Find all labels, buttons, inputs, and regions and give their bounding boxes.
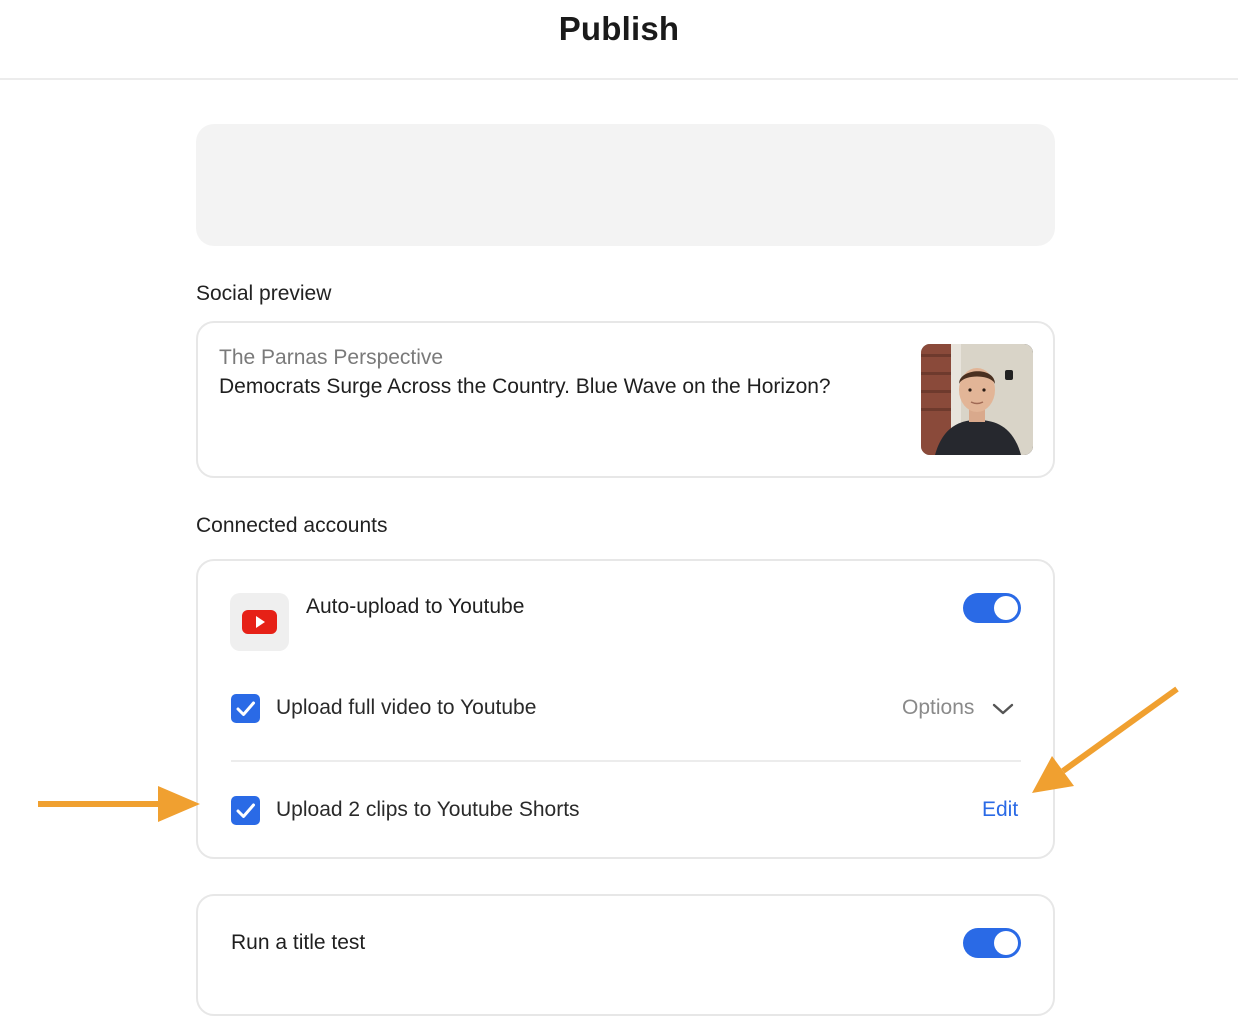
page-title: Publish	[558, 10, 680, 47]
checkmark-icon	[236, 701, 255, 716]
upload-full-video-checkbox[interactable]	[231, 694, 260, 723]
title-test-card: Run a title test	[196, 894, 1055, 1016]
youtube-icon-tile	[230, 593, 289, 651]
upload-full-video-label: Upload full video to Youtube	[276, 696, 537, 719]
auto-upload-youtube-toggle[interactable]	[963, 593, 1021, 623]
upload-shorts-checkbox[interactable]	[231, 796, 260, 825]
social-preview-card: The Parnas Perspective Democrats Surge A…	[196, 321, 1055, 478]
thumbnail-image	[921, 344, 1033, 455]
preview-headline: Democrats Surge Across the Country. Blue…	[219, 375, 831, 398]
youtube-icon	[242, 610, 277, 634]
connected-accounts-label: Connected accounts	[196, 514, 388, 537]
upload-shorts-label: Upload 2 clips to Youtube Shorts	[276, 798, 580, 821]
chevron-down-icon[interactable]	[991, 701, 1015, 717]
edit-shorts-link[interactable]: Edit	[982, 798, 1018, 822]
title-test-toggle[interactable]	[963, 928, 1021, 958]
preview-thumbnail	[921, 344, 1033, 455]
page-header: Publish	[0, 0, 1238, 80]
title-test-label: Run a title test	[231, 931, 366, 954]
options-dropdown[interactable]: Options	[902, 696, 974, 720]
social-preview-label: Social preview	[196, 282, 332, 305]
connected-accounts-card: Auto-upload to Youtube Upload full video…	[196, 559, 1055, 859]
divider	[231, 760, 1021, 762]
preview-source: The Parnas Perspective	[219, 346, 444, 369]
checkmark-icon	[236, 803, 255, 818]
annotation-arrow-left	[38, 786, 200, 822]
auto-upload-youtube-label: Auto-upload to Youtube	[306, 595, 525, 618]
empty-placeholder-panel	[196, 124, 1055, 246]
